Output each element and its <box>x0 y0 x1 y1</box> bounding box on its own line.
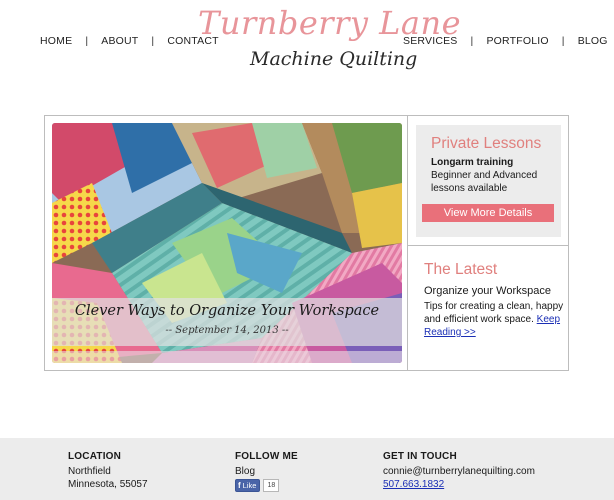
facebook-like-button[interactable]: f Like <box>235 479 261 492</box>
blog-link[interactable]: Blog <box>235 465 298 479</box>
nav-separator: | <box>151 35 155 47</box>
nav-separator: | <box>85 35 89 47</box>
footer-contact: GET IN TOUCH connie@turnberrylanequiltin… <box>383 450 535 492</box>
panel-divider <box>407 245 568 246</box>
location-state: Minnesota, 55057 <box>68 479 148 490</box>
private-lessons-panel: Private Lessons Longarm training Beginne… <box>416 125 561 237</box>
latest-title: The Latest <box>424 261 498 278</box>
facebook-like-icon: f <box>238 480 241 490</box>
nav-portfolio-link[interactable]: PORTFOLIO <box>486 35 548 47</box>
follow-heading: FOLLOW ME <box>235 451 298 462</box>
hero-date: -- September 14, 2013 -- <box>165 325 289 336</box>
latest-post-description: Tips for creating a clean, happy and eff… <box>424 300 564 339</box>
column-divider <box>407 116 408 370</box>
nav-left: HOME | ABOUT | CONTACT <box>40 35 219 47</box>
site-logo[interactable]: Turnberry Lane Machine Quilting <box>196 4 461 80</box>
lessons-description: Beginner and Advanced lessons available <box>431 170 538 194</box>
nav-separator: | <box>561 35 565 47</box>
like-label: Like <box>242 480 257 490</box>
contact-heading: GET IN TOUCH <box>383 451 457 462</box>
hero-title[interactable]: Clever Ways to Organize Your Workspace <box>52 303 402 319</box>
hero-slide[interactable]: Clever Ways to Organize Your Workspace -… <box>52 123 402 363</box>
nav-separator: | <box>470 35 474 47</box>
site-footer: LOCATION Northfield Minnesota, 55057 FOL… <box>0 438 614 500</box>
footer-follow: FOLLOW ME Blog f Like 18 <box>235 450 298 492</box>
featured-box: Clever Ways to Organize Your Workspace -… <box>44 115 569 371</box>
contact-phone-link[interactable]: 507.663.1832 <box>383 479 444 490</box>
lessons-title: Private Lessons <box>431 135 542 152</box>
location-heading: LOCATION <box>68 451 122 462</box>
latest-post-heading: Organize your Workspace <box>424 285 551 297</box>
nav-services-link[interactable]: SERVICES <box>403 35 458 47</box>
view-more-details-button[interactable]: View More Details <box>422 204 554 222</box>
footer-location: LOCATION Northfield Minnesota, 55057 <box>68 450 148 492</box>
lessons-subtitle: Longarm training <box>431 157 514 168</box>
location-city: Northfield <box>68 465 111 477</box>
nav-home-link[interactable]: HOME <box>40 35 72 47</box>
facebook-like-widget: f Like 18 <box>235 479 298 492</box>
logo-subtitle: Machine Quilting <box>250 48 418 70</box>
nav-about-link[interactable]: ABOUT <box>101 35 138 47</box>
contact-email[interactable]: connie@turnberrylanequilting.com <box>383 465 535 479</box>
like-count: 18 <box>263 479 280 492</box>
nav-blog-link[interactable]: BLOG <box>578 35 608 47</box>
nav-right: SERVICES | PORTFOLIO | BLOG <box>403 35 608 47</box>
